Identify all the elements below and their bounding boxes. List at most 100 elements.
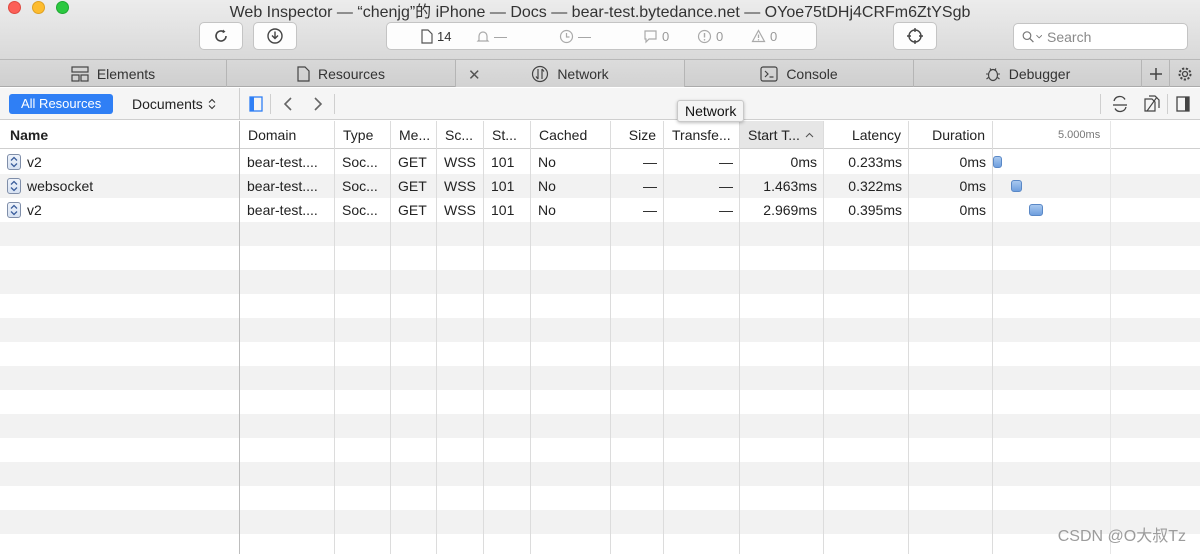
column-header-domain[interactable]: Domain <box>240 121 335 149</box>
chevron-left-icon <box>283 97 292 111</box>
column-header-duration[interactable]: Duration <box>909 121 993 149</box>
cell-method: GET <box>398 154 427 170</box>
empty-row <box>0 510 239 534</box>
column-header-size[interactable]: Size <box>611 121 664 149</box>
timeline-bar[interactable] <box>993 156 1002 168</box>
list-item[interactable]: websocket <box>0 174 239 198</box>
column-header-scheme[interactable]: Sc... <box>437 121 484 149</box>
tab-bar: Elements Resources ✕ Network Console Deb… <box>0 60 1200 87</box>
column-header-cached[interactable]: Cached <box>531 121 611 149</box>
updown-chevron-icon <box>208 98 216 110</box>
console-icon <box>760 65 778 82</box>
table-row-stripe <box>240 462 1200 486</box>
reload-button[interactable] <box>199 22 243 50</box>
toggle-sidebar-button[interactable] <box>248 94 264 114</box>
back-button[interactable] <box>280 94 296 114</box>
column-header-transferred[interactable]: Transfe... <box>664 121 740 149</box>
tab-console[interactable]: Console <box>685 60 914 87</box>
error-count[interactable]: 0 <box>697 29 723 44</box>
resource-name-cell: v2 <box>0 154 42 170</box>
clock-icon <box>559 29 574 44</box>
filter-documents[interactable]: Documents <box>132 96 216 112</box>
cell-transferred: — <box>719 202 733 218</box>
new-tab-button[interactable] <box>1142 60 1170 87</box>
column-header-start-time[interactable]: Start T... <box>740 121 824 149</box>
download-icon <box>267 28 283 44</box>
table-row-stripe <box>240 510 1200 534</box>
cell-latency: 0.233ms <box>848 154 902 170</box>
tab-resources[interactable]: Resources <box>227 60 456 87</box>
list-item[interactable]: v2 <box>0 150 239 174</box>
name-column-header[interactable]: Name <box>0 121 239 149</box>
download-button[interactable] <box>253 22 297 50</box>
close-tab-icon[interactable]: ✕ <box>468 66 481 84</box>
empty-row <box>0 438 239 462</box>
tab-elements[interactable]: Elements <box>0 60 227 87</box>
column-header-latency[interactable]: Latency <box>824 121 909 149</box>
column-header-method[interactable]: Me... <box>391 121 437 149</box>
cell-duration: 0ms <box>959 154 986 170</box>
forward-button[interactable] <box>310 94 326 114</box>
load-time-status[interactable]: — <box>559 29 591 44</box>
chevron-down-icon <box>1035 34 1042 39</box>
empty-row <box>0 414 239 438</box>
empty-row <box>0 318 239 342</box>
timeline-bar[interactable] <box>1028 204 1043 216</box>
sidebar-right-icon <box>1176 96 1190 112</box>
search-field[interactable] <box>1013 23 1188 50</box>
warning-icon <box>751 29 766 43</box>
table-row-stripe <box>240 438 1200 462</box>
table-row-stripe <box>240 246 1200 270</box>
cell-status: 101 <box>491 154 515 170</box>
log-count[interactable]: 0 <box>643 29 669 44</box>
clear-network-button[interactable] <box>1110 94 1130 114</box>
bug-icon <box>985 68 1000 82</box>
resource-name: v2 <box>27 202 42 218</box>
table-row-stripe <box>240 318 1200 342</box>
network-table: Domain Type Me... Sc... St... Cached Siz… <box>240 121 1200 554</box>
timeline-gridline <box>1110 121 1111 554</box>
cell-scheme: WSS <box>444 154 476 170</box>
resource-count[interactable]: 14 <box>421 29 451 44</box>
column-header-status[interactable]: St... <box>484 121 531 149</box>
filter-all-resources[interactable]: All Resources <box>9 94 114 114</box>
watermark: CSDN @O大叔Tz <box>1057 528 1186 545</box>
table-row-stripe <box>240 222 1200 246</box>
warning-count[interactable]: 0 <box>751 29 777 44</box>
cell-domain: bear-test.... <box>247 154 318 170</box>
timeline-bar[interactable] <box>1010 180 1023 192</box>
table-row-stripe <box>240 366 1200 390</box>
document-icon <box>297 65 310 82</box>
empty-row <box>0 246 239 270</box>
timeline-tick-label: 5.000ms <box>1058 129 1101 141</box>
empty-row <box>0 366 239 390</box>
message-icon <box>644 30 657 44</box>
column-header-type[interactable]: Type <box>335 121 391 149</box>
files-icon <box>1144 95 1160 112</box>
cell-status: 101 <box>491 202 515 218</box>
chevron-right-icon <box>314 97 323 111</box>
settings-button[interactable] <box>1171 60 1199 87</box>
preserve-log-button[interactable] <box>1141 94 1163 114</box>
nav-divider <box>334 94 335 114</box>
toggle-details-button[interactable] <box>1174 94 1192 114</box>
empty-row <box>0 294 239 318</box>
empty-row <box>0 270 239 294</box>
resource-name-cell: websocket <box>0 178 93 194</box>
empty-row <box>0 462 239 486</box>
cell-duration: 0ms <box>959 202 986 218</box>
cell-domain: bear-test.... <box>247 178 318 194</box>
resource-name-cell: v2 <box>0 202 42 218</box>
cell-latency: 0.322ms <box>848 178 902 194</box>
cell-size: — <box>643 202 657 218</box>
tab-network[interactable]: ✕ Network <box>456 60 685 87</box>
search-input[interactable] <box>1047 28 1187 45</box>
list-item[interactable]: v2 <box>0 198 239 222</box>
table-row-stripe <box>240 294 1200 318</box>
cell-size: — <box>643 178 657 194</box>
timeline-status[interactable]: — <box>476 29 507 44</box>
tab-debugger[interactable]: Debugger <box>914 60 1142 87</box>
table-row-stripe <box>240 534 1200 554</box>
inspect-element-button[interactable] <box>893 22 937 50</box>
activity-status-bar: 14 — — 0 0 0 <box>386 22 817 50</box>
